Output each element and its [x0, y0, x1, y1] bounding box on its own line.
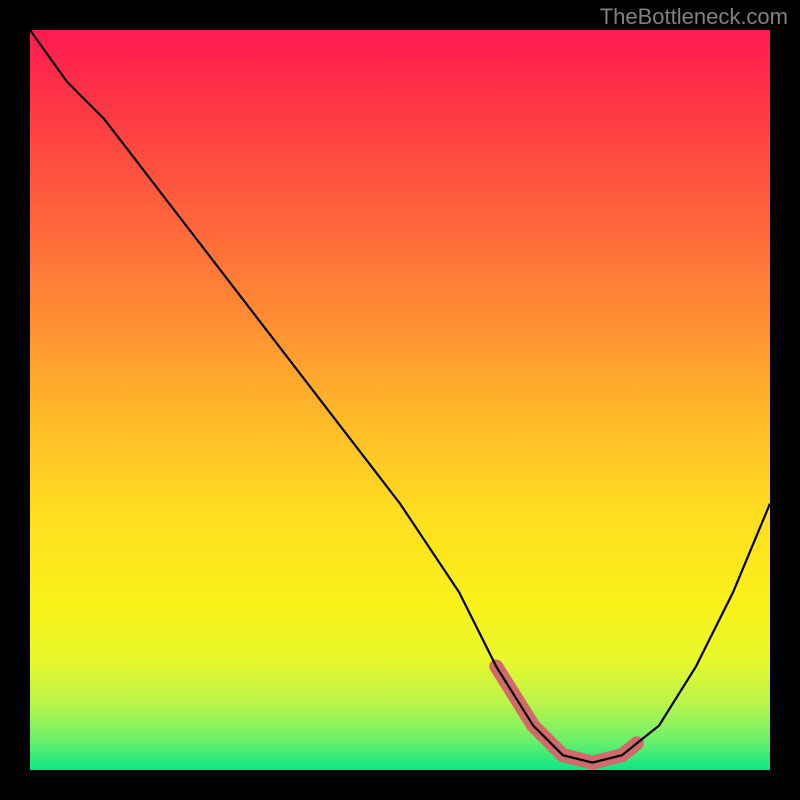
curve-layer [30, 30, 770, 770]
optimal-range-highlight [496, 666, 637, 762]
watermark-text: TheBottleneck.com [600, 4, 788, 30]
chart-frame: TheBottleneck.com [0, 0, 800, 800]
plot-area [30, 30, 770, 770]
bottleneck-curve [30, 30, 770, 763]
